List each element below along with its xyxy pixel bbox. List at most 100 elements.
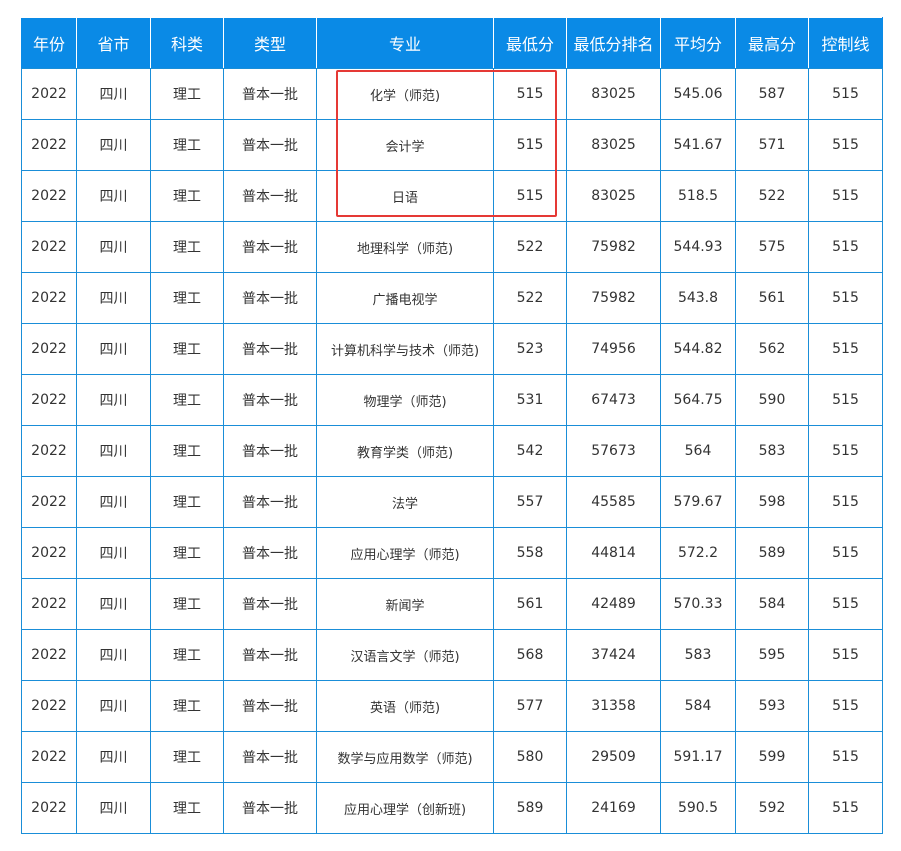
table-row: 2022 四川 理工 普本一批 汉语言文学（师范) 568 37424 583 595 515	[21, 629, 883, 681]
cell-major: 广播电视学	[316, 272, 494, 324]
admission-scores-table: 年份 省市 科类 类型 专业 最低分 最低分排名 平均分 最高分 控制线 202…	[21, 17, 883, 834]
cell-avg-score: 544.82	[660, 323, 736, 375]
cell-year: 2022	[21, 272, 77, 324]
cell-subject-category: 理工	[150, 731, 224, 783]
cell-subject-category: 理工	[150, 578, 224, 630]
cell-batch-type: 普本一批	[223, 578, 317, 630]
cell-subject-category: 理工	[150, 374, 224, 426]
cell-province: 四川	[76, 119, 151, 171]
header-avg-score: 平均分	[660, 17, 736, 69]
cell-max-score: 595	[735, 629, 809, 681]
cell-province: 四川	[76, 782, 151, 834]
cell-major: 数学与应用数学（师范)	[316, 731, 494, 783]
cell-batch-type: 普本一批	[223, 680, 317, 732]
cell-min-score: 515	[493, 68, 567, 120]
cell-control-line: 515	[808, 119, 883, 171]
cell-year: 2022	[21, 476, 77, 528]
header-control-line: 控制线	[808, 17, 883, 69]
cell-min-score: 568	[493, 629, 567, 681]
cell-avg-score: 545.06	[660, 68, 736, 120]
cell-batch-type: 普本一批	[223, 425, 317, 477]
table-row: 2022 四川 理工 普本一批 新闻学 561 42489 570.33 584 515	[21, 578, 883, 630]
cell-min-score: 542	[493, 425, 567, 477]
cell-major: 汉语言文学（师范)	[316, 629, 494, 681]
cell-min-score: 577	[493, 680, 567, 732]
cell-max-score: 584	[735, 578, 809, 630]
cell-control-line: 515	[808, 170, 883, 222]
cell-subject-category: 理工	[150, 323, 224, 375]
table-row: 2022 四川 理工 普本一批 英语（师范) 577 31358 584 593 515	[21, 680, 883, 732]
cell-batch-type: 普本一批	[223, 170, 317, 222]
table-row: 2022 四川 理工 普本一批 广播电视学 522 75982 543.8 561 515	[21, 272, 883, 324]
cell-max-score: 589	[735, 527, 809, 579]
cell-max-score: 575	[735, 221, 809, 273]
cell-control-line: 515	[808, 680, 883, 732]
cell-year: 2022	[21, 680, 77, 732]
cell-year: 2022	[21, 527, 77, 579]
cell-avg-score: 590.5	[660, 782, 736, 834]
table-row: 2022 四川 理工 普本一批 化学（师范) 515 83025 545.06 587 515	[21, 68, 883, 120]
cell-year: 2022	[21, 170, 77, 222]
cell-subject-category: 理工	[150, 680, 224, 732]
cell-min-score: 558	[493, 527, 567, 579]
cell-avg-score: 584	[660, 680, 736, 732]
cell-avg-score: 564.75	[660, 374, 736, 426]
cell-min-score: 531	[493, 374, 567, 426]
cell-major: 日语	[316, 170, 494, 222]
cell-subject-category: 理工	[150, 170, 224, 222]
cell-major: 英语（师范)	[316, 680, 494, 732]
cell-max-score: 562	[735, 323, 809, 375]
cell-batch-type: 普本一批	[223, 323, 317, 375]
cell-max-score: 561	[735, 272, 809, 324]
header-province: 省市	[76, 17, 151, 69]
cell-province: 四川	[76, 323, 151, 375]
cell-min-score: 580	[493, 731, 567, 783]
cell-subject-category: 理工	[150, 221, 224, 273]
cell-province: 四川	[76, 170, 151, 222]
cell-major: 教育学类（师范)	[316, 425, 494, 477]
cell-min-score: 515	[493, 170, 567, 222]
table-row: 2022 四川 理工 普本一批 法学 557 45585 579.67 598 515	[21, 476, 883, 528]
table-body: 2022 四川 理工 普本一批 化学（师范) 515 83025 545.06 587 515 20…	[21, 68, 883, 834]
cell-max-score: 598	[735, 476, 809, 528]
cell-year: 2022	[21, 323, 77, 375]
cell-batch-type: 普本一批	[223, 119, 317, 171]
cell-control-line: 515	[808, 323, 883, 375]
cell-province: 四川	[76, 221, 151, 273]
cell-min-score: 515	[493, 119, 567, 171]
cell-major: 应用心理学（师范)	[316, 527, 494, 579]
cell-batch-type: 普本一批	[223, 272, 317, 324]
cell-avg-score: 544.93	[660, 221, 736, 273]
cell-major: 应用心理学（创新班)	[316, 782, 494, 834]
cell-control-line: 515	[808, 68, 883, 120]
table-header: 年份 省市 科类 类型 专业 最低分 最低分排名 平均分 最高分 控制线	[21, 17, 883, 69]
cell-subject-category: 理工	[150, 476, 224, 528]
cell-province: 四川	[76, 527, 151, 579]
cell-major: 地理科学（师范)	[316, 221, 494, 273]
header-subject-category: 科类	[150, 17, 224, 69]
cell-control-line: 515	[808, 374, 883, 426]
cell-avg-score: 583	[660, 629, 736, 681]
header-year: 年份	[21, 17, 77, 69]
cell-province: 四川	[76, 476, 151, 528]
cell-min-score-rank: 57673	[566, 425, 661, 477]
cell-min-score: 522	[493, 221, 567, 273]
cell-max-score: 571	[735, 119, 809, 171]
cell-year: 2022	[21, 629, 77, 681]
cell-max-score: 590	[735, 374, 809, 426]
cell-min-score: 523	[493, 323, 567, 375]
cell-province: 四川	[76, 374, 151, 426]
cell-batch-type: 普本一批	[223, 731, 317, 783]
table-row: 2022 四川 理工 普本一批 教育学类（师范) 542 57673 564 583 515	[21, 425, 883, 477]
header-batch-type: 类型	[223, 17, 317, 69]
cell-province: 四川	[76, 629, 151, 681]
cell-province: 四川	[76, 272, 151, 324]
cell-control-line: 515	[808, 221, 883, 273]
cell-year: 2022	[21, 119, 77, 171]
cell-year: 2022	[21, 578, 77, 630]
cell-avg-score: 591.17	[660, 731, 736, 783]
cell-control-line: 515	[808, 425, 883, 477]
cell-province: 四川	[76, 68, 151, 120]
cell-control-line: 515	[808, 629, 883, 681]
cell-subject-category: 理工	[150, 782, 224, 834]
